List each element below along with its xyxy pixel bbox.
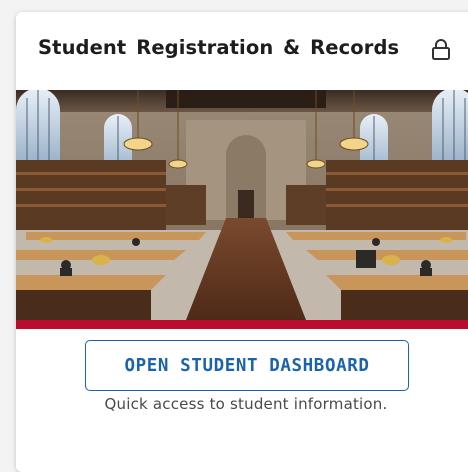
lock-icon xyxy=(430,38,452,62)
card-caption: Quick access to student information. xyxy=(104,395,388,413)
card-title: Student Registration & Records xyxy=(38,36,400,59)
accent-bar xyxy=(16,320,468,329)
registration-card: Student Registration & Records OPEN STUD… xyxy=(16,12,468,472)
card-header: Student Registration & Records xyxy=(16,12,468,90)
library-image xyxy=(16,90,468,320)
open-student-dashboard-button[interactable]: OPEN STUDENT DASHBOARD xyxy=(85,340,409,391)
